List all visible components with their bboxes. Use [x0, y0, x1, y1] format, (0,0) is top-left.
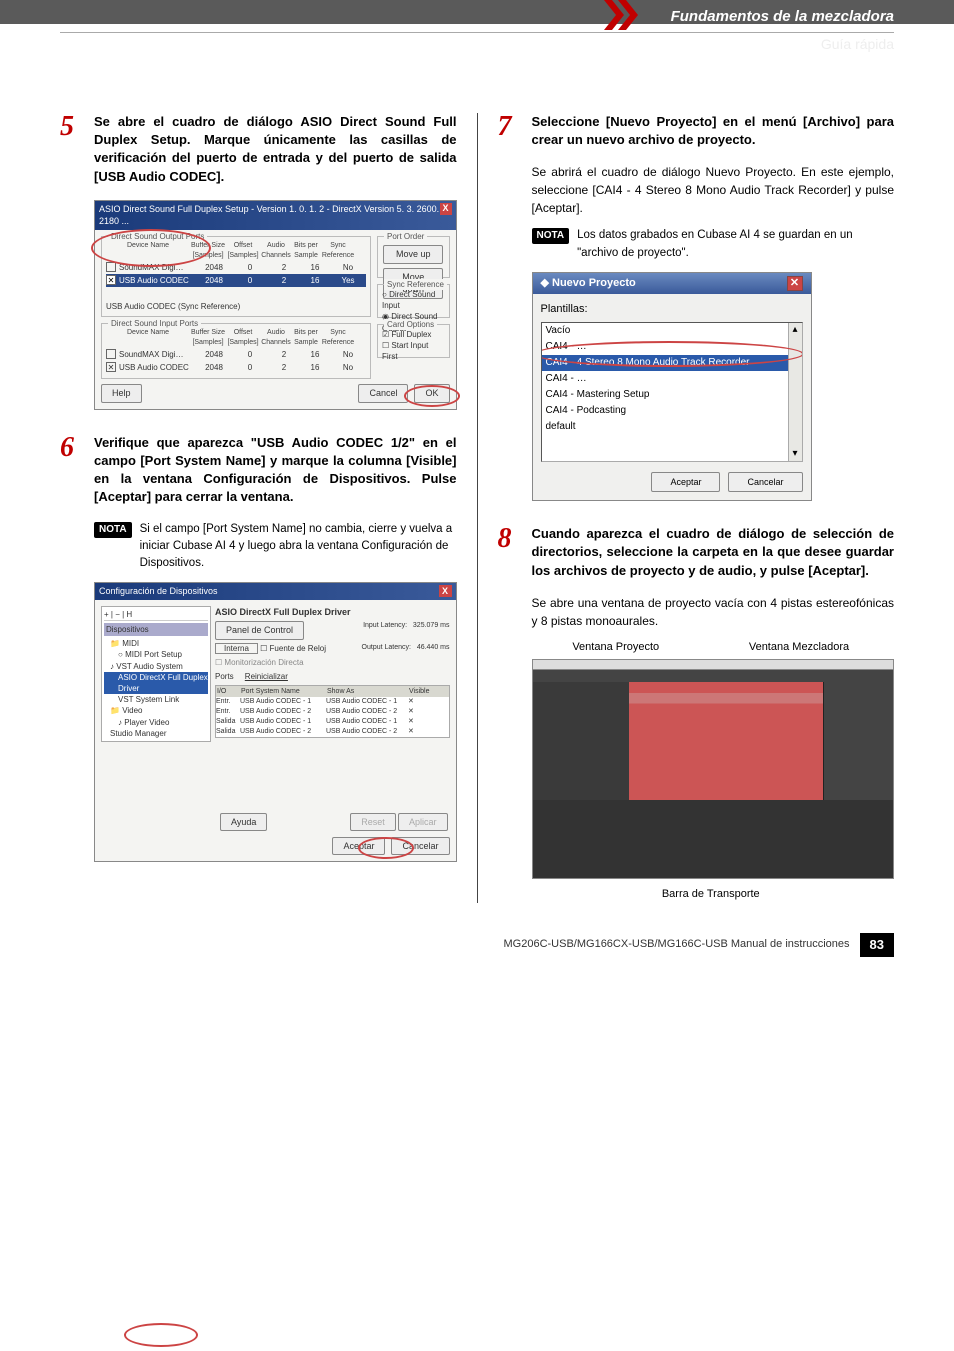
step-7: 7 Seleccione [Nuevo Proyecto] en el menú… [498, 113, 895, 149]
checkbox-icon[interactable] [106, 262, 116, 272]
templates-list[interactable]: Vacío CAI4 - … CAI4 - 4 Stereo 8 Mono Au… [541, 322, 803, 462]
dialog-title: ASIO Direct Sound Full Duplex Setup - Ve… [99, 203, 440, 228]
sync-ref-panel: Sync Reference ○ Direct Sound Input ◉ Di… [377, 284, 450, 318]
chevron-up-icon[interactable]: ▴ [789, 323, 802, 337]
mixer-transport-area [533, 800, 894, 878]
help-button[interactable]: Help [101, 384, 142, 403]
caption-mixer: Ventana Mezcladora [749, 640, 849, 655]
cancel-button[interactable]: Cancel [358, 384, 408, 403]
help-button[interactable]: Ayuda [220, 813, 267, 832]
highlight-ellipse-icon [404, 385, 460, 407]
nota-row: NOTA Los datos grabados en Cubase AI 4 s… [532, 227, 895, 262]
left-column: 5 Se abre el cuadro de diálogo ASIO Dire… [60, 113, 478, 903]
highlight-ellipse-icon [541, 341, 803, 367]
device-tree[interactable]: + | − | H Dispositivos 📁 MIDI ○ MIDI Por… [101, 606, 211, 742]
section-title: Fundamentos de la mezcladora [671, 6, 894, 27]
close-icon[interactable]: ✕ [787, 276, 803, 291]
table-headers: Device Name Buffer Size [Samples] Offset… [106, 328, 366, 348]
close-icon[interactable]: X [439, 585, 452, 597]
step-5: 5 Se abre el cuadro de diálogo ASIO Dire… [60, 113, 457, 186]
arrows-icon [604, 0, 654, 30]
cancel-button[interactable]: Cancelar [728, 472, 802, 493]
radio-icon[interactable]: ○ [382, 290, 387, 299]
footer-text: MG206C-USB/MG166CX-USB/MG166C-USB Manual… [504, 937, 850, 952]
close-icon[interactable]: X [440, 203, 452, 215]
list-item[interactable]: Vacío [542, 323, 802, 339]
mixer-panel-area [823, 682, 893, 802]
step-body: Verifique que aparezca "USB Audio CODEC … [94, 434, 457, 507]
two-column-layout: 5 Se abre el cuadro de diálogo ASIO Dire… [0, 73, 954, 923]
scrollbar[interactable]: ▴ ▾ [788, 323, 802, 461]
track-panel-area [533, 682, 629, 802]
page-footer: MG206C-USB/MG166CX-USB/MG166C-USB Manual… [0, 923, 954, 997]
figure-asio-dialog: ASIO Direct Sound Full Duplex Setup - Ve… [94, 200, 457, 410]
templates-label: Plantillas: [541, 302, 803, 317]
checkbox-icon[interactable]: ✕ [106, 362, 116, 372]
step-number: 5 [60, 113, 84, 186]
figure-new-project-dialog: ◆ Nuevo Proyecto ✕ Plantillas: Vacío CAI… [532, 272, 812, 501]
guide-title: Guía rápida [821, 35, 894, 55]
page-number: 83 [860, 933, 894, 957]
nota-text: Los datos grabados en Cubase AI 4 se gua… [577, 227, 894, 262]
control-panel-button[interactable]: Panel de Control [215, 621, 304, 640]
nota-badge: NOTA [532, 228, 570, 244]
figure-project-window [532, 659, 895, 879]
dialog-titlebar: ◆ Nuevo Proyecto ✕ [533, 273, 811, 294]
sync-ref-note: USB Audio CODEC (Sync Reference) [106, 301, 366, 312]
step-number: 8 [498, 525, 522, 580]
highlight-ellipse-icon [358, 837, 414, 859]
step-number: 6 [60, 434, 84, 507]
caption-project: Ventana Proyecto [572, 640, 659, 655]
chevron-down-icon[interactable]: ▾ [789, 447, 802, 461]
list-item[interactable]: CAI4 - Mastering Setup [542, 387, 802, 403]
figure-caption-row: Ventana Proyecto Ventana Mezcladora [528, 640, 895, 655]
step-description: Se abrirá el cuadro de diálogo Nuevo Pro… [532, 163, 895, 217]
right-column: 7 Seleccione [Nuevo Proyecto] en el menú… [478, 113, 895, 903]
step-body: Se abre el cuadro de diálogo ASIO Direct… [94, 113, 457, 186]
card-options-panel: Card Options ☑ Full Duplex ☐ Start Input… [377, 324, 450, 358]
port-order-panel: Port Order Move up Move down [377, 236, 450, 278]
step-6: 6 Verifique que aparezca "USB Audio CODE… [60, 434, 457, 507]
step-body: Cuando aparezca el cuadro de diálogo de … [532, 525, 895, 580]
dialog-titlebar: ASIO Direct Sound Full Duplex Setup - Ve… [95, 201, 456, 230]
list-item[interactable]: CAI4 - … [542, 371, 802, 387]
table-row[interactable]: SalidaUSB Audio CODEC - 1USB Audio CODEC… [216, 717, 449, 727]
figure-device-setup: Configuración de Dispositivos X + | − | … [94, 582, 457, 862]
dialog-title: Configuración de Dispositivos [99, 585, 218, 598]
table-row[interactable]: Entr.USB Audio CODEC - 2USB Audio CODEC … [216, 707, 449, 717]
panel-legend: Direct Sound Input Ports [108, 318, 201, 329]
track-rows-area [629, 682, 824, 802]
nota-text: Si el campo [Port System Name] no cambia… [140, 521, 457, 573]
apply-button[interactable]: Aplicar [398, 813, 448, 832]
checkbox-icon[interactable] [106, 349, 116, 359]
list-item[interactable]: default [542, 419, 802, 435]
header-band: Fundamentos de la mezcladora Guía rápida [0, 0, 954, 24]
driver-label: ASIO DirectX Full Duplex Driver [215, 606, 450, 619]
table-row[interactable]: SalidaUSB Audio CODEC - 2USB Audio CODEC… [216, 727, 449, 737]
input-ports-panel: Direct Sound Input Ports Device Name Buf… [101, 323, 371, 379]
highlight-ellipse-icon [91, 229, 211, 267]
step-number: 7 [498, 113, 522, 149]
list-item[interactable]: CAI4 - Podcasting [542, 403, 802, 419]
table-row[interactable]: ✕ USB Audio CODEC 2048 0 2 16 Yes [106, 274, 366, 287]
checkbox-icon[interactable]: ☑ [382, 330, 389, 339]
nota-badge: NOTA [94, 522, 132, 538]
accept-button[interactable]: Aceptar [651, 472, 720, 493]
table-row[interactable]: Entr.USB Audio CODEC - 1USB Audio CODEC … [216, 697, 449, 707]
nota-row: NOTA Si el campo [Port System Name] no c… [94, 521, 457, 573]
dialog-titlebar: Configuración de Dispositivos X [95, 583, 456, 600]
checkbox-icon[interactable]: ✕ [106, 275, 116, 285]
checkbox-icon[interactable]: ☐ [382, 341, 389, 350]
table-row[interactable]: ✕ USB Audio CODEC 2048 0 2 16 No [106, 361, 366, 374]
highlight-ellipse-icon [124, 1323, 198, 1347]
step-description: Se abre una ventana de proyecto vacía co… [532, 594, 895, 630]
step-body: Seleccione [Nuevo Proyecto] en el menú [… [532, 113, 895, 149]
table-row[interactable]: SoundMAX Digi… 2048 0 2 16 No [106, 348, 366, 361]
header-rule [60, 32, 894, 33]
reset-button[interactable]: Reset [350, 813, 396, 832]
caption-transport: Barra de Transporte [528, 887, 895, 902]
step-8: 8 Cuando aparezca el cuadro de diálogo d… [498, 525, 895, 580]
move-up-button[interactable]: Move up [383, 245, 443, 264]
